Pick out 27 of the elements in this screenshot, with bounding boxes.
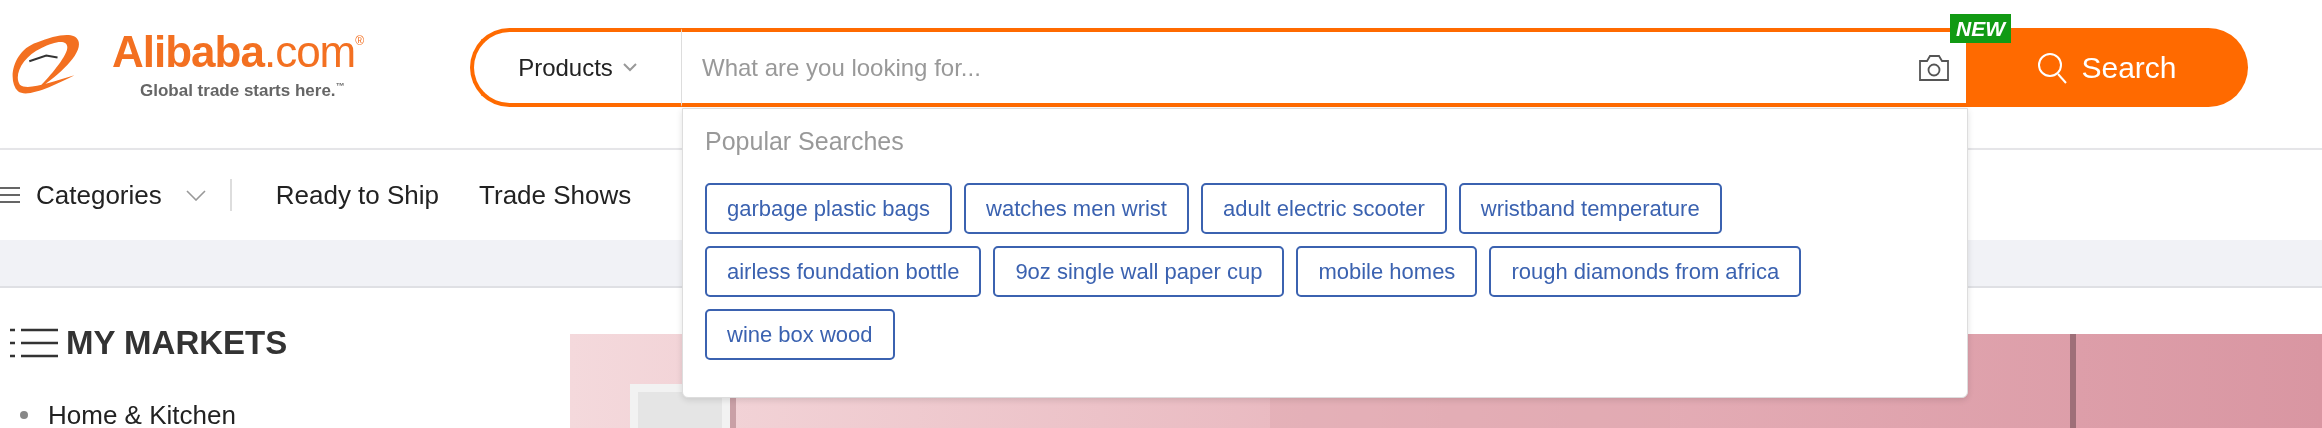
search-tag[interactable]: garbage plastic bags <box>705 182 953 234</box>
search-tag[interactable]: wine box wood <box>705 308 895 360</box>
search-tag[interactable]: 9oz single wall paper cup <box>993 245 1285 297</box>
category-dropdown[interactable]: Products <box>470 28 682 107</box>
categories-menu[interactable]: Categories <box>36 175 206 215</box>
panel-title: Popular Searches <box>705 126 905 157</box>
caret-icon <box>185 189 206 201</box>
market-link[interactable]: Home & Kitchen <box>48 395 236 428</box>
search-tag[interactable]: wristband temperature <box>1458 182 1722 234</box>
search-field[interactable]: What are you looking for... <box>682 49 1918 86</box>
menu-icon[interactable] <box>0 186 20 204</box>
search-tag[interactable]: airless foundation bottle <box>705 245 982 297</box>
section-title: MY MARKETS <box>66 323 288 363</box>
nav-link[interactable]: Ready to Ship <box>275 175 440 215</box>
bullet-icon <box>20 411 28 419</box>
caret-icon <box>622 63 637 72</box>
logo-text: Alibaba.com$^{®}$ <box>112 30 364 74</box>
search-tag[interactable]: watches men wrist <box>964 182 1189 234</box>
search-tag[interactable]: rough diamonds from africa <box>1489 245 1802 297</box>
new-badge: NEW <box>1950 14 2011 44</box>
logo-tagline: Global trade starts here.$^{™}$ <box>140 82 346 99</box>
camera-icon[interactable] <box>1918 53 1950 82</box>
list-icon <box>10 327 58 358</box>
nav-link[interactable]: Trade Shows <box>479 175 632 215</box>
search-tag[interactable]: adult electric scooter <box>1201 182 1447 234</box>
search-icon <box>2037 51 2068 84</box>
search-tag[interactable]: mobile homes <box>1296 245 1478 297</box>
